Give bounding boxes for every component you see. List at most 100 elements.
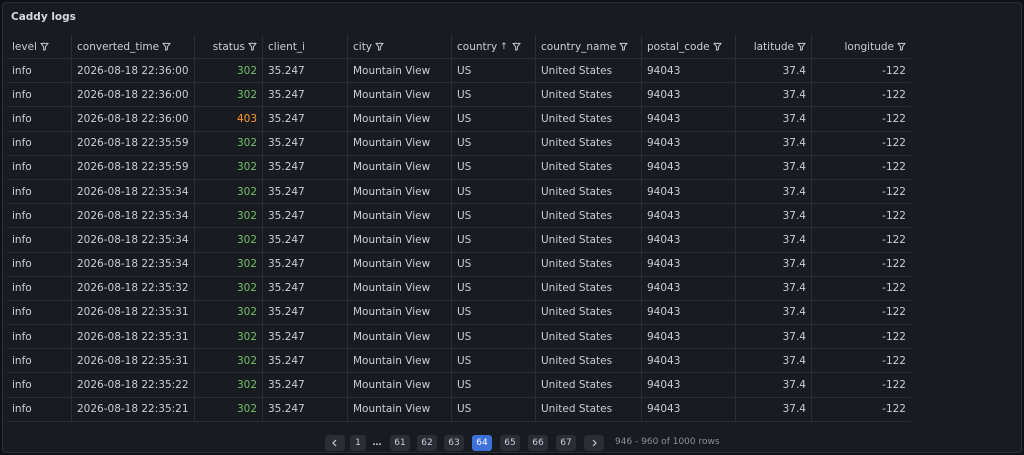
cell-client-ip: 35.247.1 <box>262 131 304 155</box>
cell-postal-code: 94043 <box>641 349 735 373</box>
column-header-level[interactable]: level <box>7 35 71 58</box>
cell-country: US <box>451 179 535 204</box>
cell-level: info <box>12 354 32 367</box>
cell-level: info <box>12 306 32 319</box>
page-button-1[interactable]: 1 <box>350 435 366 451</box>
cell-converted-time: 2026-08-18 22:35:34 <box>71 228 194 252</box>
column-header-country-name[interactable]: country_name <box>535 35 641 58</box>
column-header-country[interactable]: country ↑ <box>451 35 535 58</box>
cell-level: info <box>12 88 32 101</box>
cell-latitude: 37.4 <box>735 107 811 131</box>
cell-country-name: United States <box>535 179 641 204</box>
cell-latitude: 37.4 <box>735 59 811 83</box>
cell-level: info <box>12 209 32 222</box>
column-header-longitude[interactable]: longitude <box>811 35 911 58</box>
cell-country-name: United States <box>535 155 641 179</box>
cell-country-name: United States <box>535 373 641 397</box>
cell-latitude: 37.4 <box>735 349 811 373</box>
page-button-61[interactable]: 61 <box>390 435 410 451</box>
cell-longitude: -122 <box>811 373 911 397</box>
table-row: info 2026-08-18 22:35:3430235.247.1 Mounta… <box>7 252 911 277</box>
cell-latitude: 37.4 <box>735 276 811 300</box>
pagination-ellipsis[interactable]: … <box>368 435 386 451</box>
cell-client-ip: 35.247.1 <box>262 228 304 252</box>
filter-icon[interactable] <box>897 42 906 51</box>
cell-client-ip: 35.247.1 <box>262 349 304 373</box>
cell-longitude: -122 <box>811 397 911 421</box>
cell-city: Mountain View <box>347 373 451 397</box>
page-button-63[interactable]: 63 <box>444 435 464 451</box>
cell-status: 302 <box>194 179 262 204</box>
cell-longitude: -122 <box>811 83 911 107</box>
filter-icon[interactable] <box>248 42 257 51</box>
page-button-66[interactable]: 66 <box>528 435 548 451</box>
pagination: 1… 61 62 63 64 65 66 67 946 - 960 of 1000 rows <box>3 435 1021 451</box>
cell-city: Mountain View <box>347 107 451 131</box>
cell-postal-code: 94043 <box>641 204 735 228</box>
prev-page-button[interactable] <box>325 435 345 451</box>
cell-converted-time: 2026-08-18 22:35:22 <box>71 373 194 397</box>
cell-longitude: -122 <box>811 59 911 83</box>
cell-latitude: 37.4 <box>735 155 811 179</box>
cell-converted-time: 2026-08-18 22:35:59 <box>71 155 194 179</box>
cell-converted-time: 2026-08-18 22:36:00 <box>71 83 194 107</box>
cell-converted-time: 2026-08-18 22:35:59 <box>71 131 194 155</box>
chevron-right-icon <box>592 439 597 447</box>
cell-level: info <box>12 161 32 174</box>
cell-country: US <box>451 276 535 300</box>
cell-country: US <box>451 131 535 155</box>
cell-level: info <box>12 233 32 246</box>
cell-country-name: United States <box>535 131 641 155</box>
column-header-postal-code[interactable]: postal_code <box>641 35 735 58</box>
sort-ascending-icon[interactable]: ↑ <box>500 42 508 52</box>
cell-level: info <box>12 185 32 198</box>
cell-status: 403 <box>194 107 262 131</box>
cell-country-name: United States <box>535 276 641 300</box>
next-page-button[interactable] <box>584 435 604 451</box>
cell-postal-code: 94043 <box>641 155 735 179</box>
cell-longitude: -122 <box>811 300 911 325</box>
cell-country: US <box>451 155 535 179</box>
page-button-62[interactable]: 62 <box>417 435 437 451</box>
filter-icon[interactable] <box>162 42 171 51</box>
cell-city: Mountain View <box>347 155 451 179</box>
cell-latitude: 37.4 <box>735 228 811 252</box>
table-row: info 2026-08-18 22:35:2230235.247. Mountai… <box>7 373 911 398</box>
column-header-city[interactable]: city <box>347 35 451 58</box>
filter-icon[interactable] <box>619 42 628 51</box>
column-header-client-ip[interactable]: client_ip <box>262 35 304 58</box>
cell-status: 302 <box>194 155 262 179</box>
cell-converted-time: 2026-08-18 22:36:00 <box>71 107 194 131</box>
column-header-label: city <box>353 40 373 53</box>
cell-city: Mountain View <box>347 349 451 373</box>
cell-client-ip: 35.247.1 <box>262 155 304 179</box>
column-header-status[interactable]: status <box>194 35 262 58</box>
column-header-latitude[interactable]: latitude <box>735 35 811 58</box>
column-header-label: longitude <box>844 40 894 53</box>
cell-postal-code: 94043 <box>641 131 735 155</box>
filter-icon[interactable] <box>40 42 49 51</box>
cell-client-ip: 35.247.1 <box>262 83 304 107</box>
page-button-67[interactable]: 67 <box>556 435 576 451</box>
filter-icon[interactable] <box>797 42 806 51</box>
table-header-row: level converted_time status client_ip city co… <box>7 35 911 59</box>
cell-client-ip: 35.247.1 <box>262 300 304 325</box>
cell-city: Mountain View <box>347 83 451 107</box>
table-row: info 2026-08-18 22:35:3430235.247.1 Mounta… <box>7 204 911 229</box>
cell-longitude: -122 <box>811 349 911 373</box>
cell-latitude: 37.4 <box>735 83 811 107</box>
cell-status: 302 <box>194 373 262 397</box>
cell-status: 302 <box>194 325 262 349</box>
cell-country: US <box>451 397 535 421</box>
cell-city: Mountain View <box>347 179 451 204</box>
filter-icon[interactable] <box>375 42 384 51</box>
filter-icon[interactable] <box>512 42 521 51</box>
cell-country-name: United States <box>535 349 641 373</box>
page-button-64[interactable]: 64 <box>472 435 492 451</box>
cell-status: 302 <box>194 276 262 300</box>
filter-icon[interactable] <box>713 42 722 51</box>
cell-converted-time: 2026-08-18 22:35:31 <box>71 300 194 325</box>
cell-longitude: -122 <box>811 276 911 300</box>
column-header-converted-time[interactable]: converted_time <box>71 35 194 58</box>
page-button-65[interactable]: 65 <box>500 435 520 451</box>
